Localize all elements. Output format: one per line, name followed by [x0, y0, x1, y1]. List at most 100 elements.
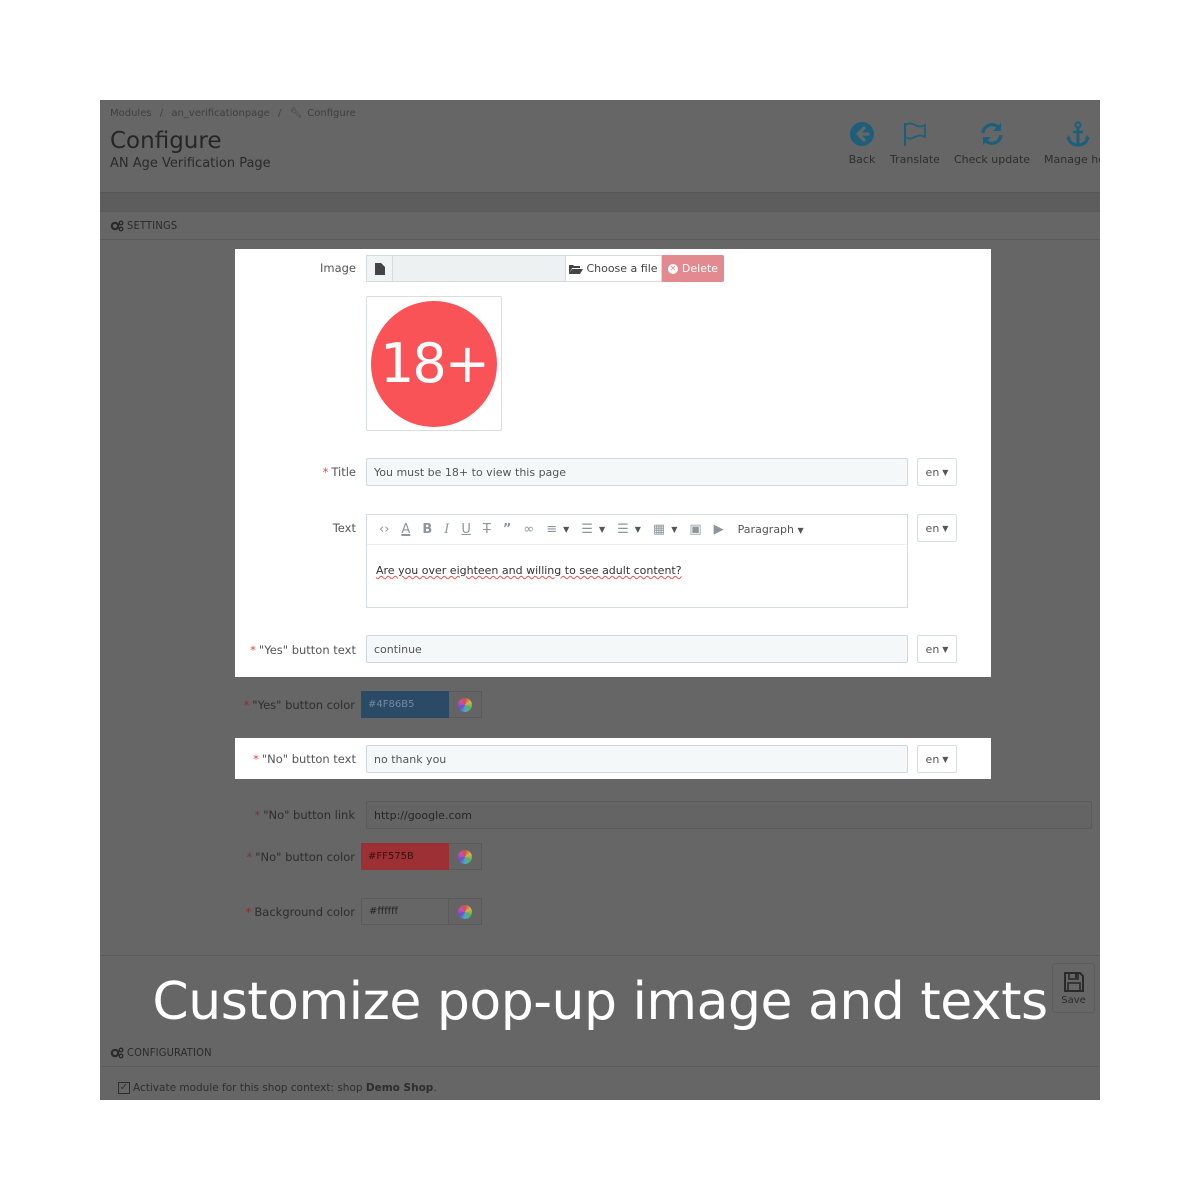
- caret-down-icon: ▼: [563, 525, 570, 534]
- back-button[interactable]: Back: [848, 120, 876, 166]
- caret-down-icon: ▼: [942, 754, 949, 764]
- shop-name: Demo Shop: [365, 1082, 434, 1094]
- bold-icon[interactable]: B: [422, 522, 432, 537]
- table-icon[interactable]: ▦ ▼: [653, 522, 677, 537]
- configuration-panel-heading: CONFIGURATION: [100, 1039, 1100, 1067]
- text-label: Text: [332, 521, 356, 535]
- title-label: * Title: [322, 465, 356, 479]
- page-title: Configure: [110, 128, 222, 154]
- required-asterisk: *: [250, 643, 256, 657]
- image-label: Image: [319, 261, 356, 275]
- breadcrumb-sep: /: [159, 108, 164, 119]
- required-asterisk: *: [253, 752, 259, 766]
- blockquote-icon[interactable]: ”: [503, 522, 512, 537]
- file-icon: [374, 262, 385, 275]
- required-asterisk: *: [245, 905, 252, 919]
- age-badge-image: 18+: [371, 300, 497, 427]
- bg-color-picker-button[interactable]: [449, 898, 482, 925]
- no-link-label: * "No" button link: [254, 808, 355, 822]
- file-icon-box: [366, 255, 393, 282]
- highlight-box-main: Image Choose a file ✕ Delete 18+ * Title …: [235, 249, 991, 677]
- no-link-input[interactable]: http://google.com: [366, 801, 1092, 829]
- breadcrumb-module[interactable]: an_verificationpage: [171, 108, 269, 119]
- media-icon[interactable]: ▶: [714, 522, 724, 537]
- activate-suffix: .: [433, 1082, 437, 1094]
- back-label: Back: [848, 153, 876, 166]
- font-color-icon[interactable]: A: [401, 522, 410, 537]
- settings-heading-text: SETTINGS: [127, 219, 178, 232]
- no-color-label: * "No" button color: [246, 850, 355, 864]
- required-asterisk: *: [246, 850, 253, 864]
- image-icon[interactable]: ▣: [689, 522, 701, 537]
- breadcrumb-modules[interactable]: Modules: [110, 108, 152, 119]
- paragraph-format-dropdown[interactable]: Paragraph ▼: [738, 523, 804, 536]
- breadcrumb: Modules / an_verificationpage / 🔧︎ Config…: [110, 108, 361, 119]
- align-left-icon[interactable]: ≡ ▼: [546, 522, 569, 537]
- check-update-button[interactable]: Check update: [954, 120, 1030, 166]
- strikethrough-icon[interactable]: T: [483, 522, 491, 537]
- underline-icon[interactable]: U: [461, 522, 471, 537]
- cogs-icon: [110, 220, 124, 231]
- required-asterisk: *: [322, 465, 329, 479]
- no-text-lang-dropdown[interactable]: en ▼: [917, 745, 957, 773]
- editor-toolbar: ‹› A B I U T ” ∞ ≡ ▼ ☰ ▼ ☰ ▼ ▦ ▼ ▣ ▶ Paragra…: [367, 515, 907, 545]
- bg-color-label: * Background color: [245, 905, 355, 919]
- required-asterisk: *: [243, 698, 250, 712]
- delete-label: Delete: [681, 262, 719, 275]
- caret-down-icon: ▼: [942, 644, 949, 654]
- no-color-input[interactable]: #FF575B: [361, 843, 449, 870]
- highlight-box-no-text: * "No" button text no thank you en ▼: [235, 738, 991, 779]
- arrow-circle-left-icon: [850, 122, 874, 146]
- anchor-icon: [1065, 121, 1090, 147]
- caret-down-icon: ▼: [634, 525, 641, 534]
- choose-file-button[interactable]: Choose a file: [566, 255, 662, 282]
- yes-color-label: * "Yes" button color: [243, 698, 355, 712]
- text-editor[interactable]: ‹› A B I U T ” ∞ ≡ ▼ ☰ ▼ ☰ ▼ ▦ ▼ ▣ ▶ Paragra…: [366, 514, 908, 608]
- yes-color-input[interactable]: #4F86B5: [361, 691, 449, 718]
- translate-button[interactable]: Translate: [890, 120, 940, 166]
- yes-text-label: * "Yes" button text: [250, 643, 356, 657]
- activate-module-text: Activate module for this shop context: s…: [133, 1082, 363, 1094]
- breadcrumb-configure: Configure: [307, 108, 356, 119]
- text-lang-dropdown[interactable]: en ▼: [917, 514, 957, 542]
- numbered-list-icon[interactable]: ☰ ▼: [617, 522, 641, 537]
- yes-text-lang-dropdown[interactable]: en ▼: [917, 635, 957, 663]
- times-circle-icon: ✕: [667, 263, 678, 274]
- editor-content[interactable]: Are you over eighteen and willing to see…: [367, 545, 907, 577]
- activate-module-checkbox[interactable]: ✓: [118, 1082, 130, 1094]
- color-wheel-icon: [458, 904, 472, 919]
- bullet-list-icon[interactable]: ☰ ▼: [581, 522, 605, 537]
- file-name-field[interactable]: [393, 255, 566, 282]
- configuration-heading-text: CONFIGURATION: [127, 1046, 212, 1059]
- manage-hooks-button[interactable]: Manage hoo: [1044, 120, 1100, 166]
- settings-panel-heading: SETTINGS: [100, 212, 1100, 240]
- required-asterisk: *: [254, 808, 261, 822]
- translate-label: Translate: [890, 153, 940, 166]
- toolbar: Back Translate Check update Manage h: [848, 120, 1100, 166]
- caret-down-icon: ▼: [671, 525, 678, 534]
- italic-icon[interactable]: I: [444, 522, 449, 537]
- choose-file-label: Choose a file: [586, 262, 658, 275]
- refresh-icon: [981, 123, 1003, 145]
- wrench-icon: 🔧︎: [289, 108, 303, 119]
- delete-image-button[interactable]: ✕ Delete: [662, 255, 724, 282]
- caret-down-icon: ▼: [797, 526, 804, 535]
- activate-module-row: ✓ Activate module for this shop context:…: [118, 1082, 437, 1094]
- color-wheel-icon: [458, 849, 472, 864]
- caret-down-icon: ▼: [942, 467, 949, 477]
- no-color-picker-button[interactable]: [449, 843, 482, 870]
- yes-text-input[interactable]: continue: [366, 635, 908, 663]
- manage-hooks-label: Manage hoo: [1044, 153, 1100, 166]
- bg-color-input[interactable]: #ffffff: [361, 898, 449, 925]
- title-lang-dropdown[interactable]: en ▼: [917, 458, 957, 486]
- no-text-input[interactable]: no thank you: [366, 745, 908, 773]
- image-preview: 18+: [366, 296, 502, 431]
- caret-down-icon: ▼: [942, 523, 949, 533]
- color-wheel-icon: [458, 697, 472, 712]
- link-icon[interactable]: ∞: [523, 522, 534, 537]
- title-input[interactable]: You must be 18+ to view this page: [366, 458, 908, 486]
- code-view-icon[interactable]: ‹›: [379, 522, 389, 537]
- yes-color-picker-button[interactable]: [449, 691, 482, 718]
- no-text-label: * "No" button text: [253, 752, 356, 766]
- admin-frame: Modules / an_verificationpage / 🔧︎ Config…: [100, 100, 1100, 1100]
